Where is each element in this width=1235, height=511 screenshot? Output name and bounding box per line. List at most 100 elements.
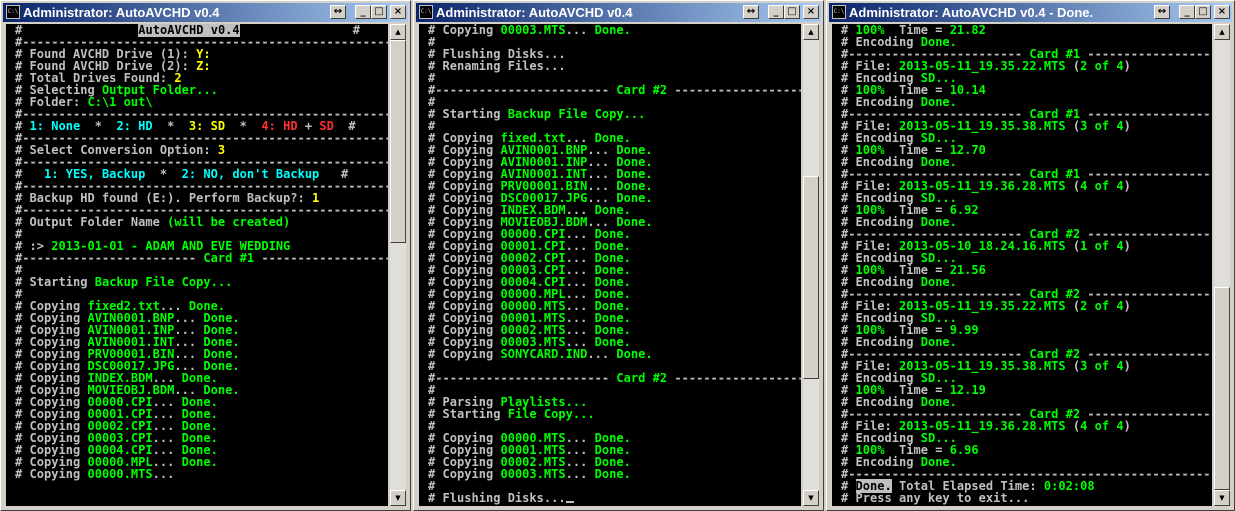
console-lines: # AutoAVCHD v0.4 # #-----------------------… xyxy=(15,24,388,480)
console-text: # Renaming Files... xyxy=(428,59,566,73)
scroll-thumb[interactable] xyxy=(803,176,819,379)
console-window-2[interactable]: C:\ Administrator: AutoAVCHD v0.4 ↔ _ □ … xyxy=(413,0,824,511)
scroll-up-icon[interactable]: ▲ xyxy=(803,24,819,40)
scroll-up-icon[interactable]: ▲ xyxy=(1214,24,1230,40)
console-line: # Copying 00003.MTS... Done. xyxy=(428,24,801,36)
scroll-up-icon[interactable]: ▲ xyxy=(390,24,406,40)
console-text: 4 of 4 xyxy=(1080,179,1124,193)
console-text: ... xyxy=(587,347,617,361)
scroll-down-icon[interactable]: ▼ xyxy=(1214,490,1230,506)
title-bar[interactable]: C:\ Administrator: AutoAVCHD v0.4 ↔ _ □ … xyxy=(3,3,408,22)
console-lines: # 100% Time = 21.82 # Encoding Done. #----… xyxy=(841,24,1212,504)
console-line: # Flushing Disks... xyxy=(428,492,801,504)
console-line: # Output Folder Name (will be created) xyxy=(15,216,388,228)
console-text: # Press any key to exit... xyxy=(841,491,1030,505)
console-line: #------------------------ Card #2 ------… xyxy=(428,372,801,384)
console-line: # Starting Backup File Copy... xyxy=(15,276,388,288)
console-text: # Copying xyxy=(428,24,501,37)
console-text: # Copying xyxy=(15,467,88,481)
console-line: # Renaming Files... xyxy=(428,60,801,72)
console-text: ------------------------# xyxy=(674,83,801,97)
console-text: 2 of 4 xyxy=(1080,299,1124,313)
console-text: ( xyxy=(1065,419,1081,433)
console-text: ------------------------# xyxy=(674,371,801,385)
console-line: #------------------------ Card #1 ------… xyxy=(15,252,388,264)
vertical-scrollbar[interactable]: ▲ ▼ xyxy=(390,24,406,506)
console-text: ( xyxy=(1065,359,1081,373)
console-text: ) xyxy=(1123,179,1131,193)
scroll-thumb[interactable] xyxy=(390,40,406,243)
console-output[interactable]: # AutoAVCHD v0.4 # #-----------------------… xyxy=(6,24,388,506)
console-text: ------------------------# xyxy=(261,251,388,265)
console-text: ) xyxy=(1123,299,1131,313)
console-text: ) xyxy=(1123,239,1131,253)
title-bar[interactable]: C:\ Administrator: AutoAVCHD v0.4 ↔ _ □ … xyxy=(416,3,821,22)
window-title: Administrator: AutoAVCHD v0.4 xyxy=(23,5,220,20)
console-text: #------------------------ xyxy=(428,371,617,385)
vertical-scrollbar[interactable]: ▲ ▼ xyxy=(803,24,819,506)
scroll-down-icon[interactable]: ▼ xyxy=(803,490,819,506)
console-text: #------------------------ xyxy=(15,251,204,265)
vertical-scrollbar[interactable]: ▲ ▼ xyxy=(1214,24,1230,506)
console-text: Card #1 xyxy=(203,251,255,265)
console-text: # Copying xyxy=(428,467,501,481)
console-output[interactable]: # 100% Time = 21.82 # Encoding Done. #----… xyxy=(832,24,1212,506)
console-text: Backup File Copy... xyxy=(507,107,646,121)
cmd-icon: C:\ xyxy=(6,5,20,19)
maximize-button[interactable]: □ xyxy=(371,5,387,19)
console-text: ( xyxy=(1065,119,1081,133)
cmd-icon: C:\ xyxy=(832,5,846,19)
console-text: ) xyxy=(1123,419,1131,433)
resize-icon[interactable]: ↔ xyxy=(1154,5,1170,19)
console-text: 00003.MTS xyxy=(500,24,566,37)
maximize-button[interactable]: □ xyxy=(784,5,800,19)
console-window-3[interactable]: C:\ Administrator: AutoAVCHD v0.4 - Done… xyxy=(826,0,1235,511)
console-line: #------------------------ Card #2 ------… xyxy=(428,84,801,96)
console-line: # Copying 00000.MTS... xyxy=(15,468,388,480)
scroll-thumb[interactable] xyxy=(1214,287,1230,490)
console-text: 1 of 4 xyxy=(1080,239,1124,253)
console-window-1[interactable]: C:\ Administrator: AutoAVCHD v0.4 ↔ _ □ … xyxy=(0,0,411,511)
minimize-button[interactable]: _ xyxy=(768,5,784,19)
minimize-button[interactable]: _ xyxy=(355,5,371,19)
console-line: # Press any key to exit... xyxy=(841,492,1212,504)
console-text: ( xyxy=(1065,299,1081,313)
close-button[interactable]: × xyxy=(390,5,406,19)
scroll-down-icon[interactable]: ▼ xyxy=(390,490,406,506)
console-text: 0:02:08 xyxy=(1043,479,1095,493)
console-text: # Starting xyxy=(428,107,508,121)
close-button[interactable]: × xyxy=(803,5,819,19)
console-text: ( xyxy=(1065,59,1081,73)
console-output[interactable]: # Copying 00003.MTS... Done. # # Flushing … xyxy=(419,24,801,506)
console-text: # Copying xyxy=(428,347,501,361)
console-text: Z: xyxy=(196,59,211,73)
text-cursor xyxy=(565,501,574,503)
resize-icon[interactable]: ↔ xyxy=(330,5,346,19)
window-title: Administrator: AutoAVCHD v0.4 xyxy=(436,5,633,20)
close-button[interactable]: × xyxy=(1214,5,1230,19)
console-text: SONYCARD.IND xyxy=(500,347,588,361)
title-bar[interactable]: C:\ Administrator: AutoAVCHD v0.4 - Done… xyxy=(829,3,1232,22)
console-text: ( xyxy=(1065,179,1081,193)
console-line: # Starting Backup File Copy... xyxy=(428,108,801,120)
console-text: ) xyxy=(1123,119,1131,133)
console-text: ) xyxy=(1123,359,1131,373)
console-text: 2 of 4 xyxy=(1080,59,1124,73)
console-text: Done. xyxy=(594,467,631,481)
console-text: ... xyxy=(565,467,595,481)
window-title: Administrator: AutoAVCHD v0.4 - Done. xyxy=(849,5,1094,20)
console-text: ... xyxy=(152,467,175,481)
maximize-button[interactable]: □ xyxy=(1195,5,1211,19)
console-text: 00003.MTS xyxy=(500,467,566,481)
console-text: Done. xyxy=(594,24,631,37)
console-text: Card #2 xyxy=(616,83,668,97)
resize-icon[interactable]: ↔ xyxy=(743,5,759,19)
minimize-button[interactable]: _ xyxy=(1179,5,1195,19)
console-line: # Starting File Copy... xyxy=(428,408,801,420)
console-text: 4 of 4 xyxy=(1080,419,1124,433)
console-text: # Starting xyxy=(428,407,508,421)
console-text: Backup File Copy... xyxy=(94,275,233,289)
console-text: ( xyxy=(1065,239,1081,253)
console-text: 3 of 4 xyxy=(1080,359,1124,373)
console-text: ) xyxy=(1123,59,1131,73)
